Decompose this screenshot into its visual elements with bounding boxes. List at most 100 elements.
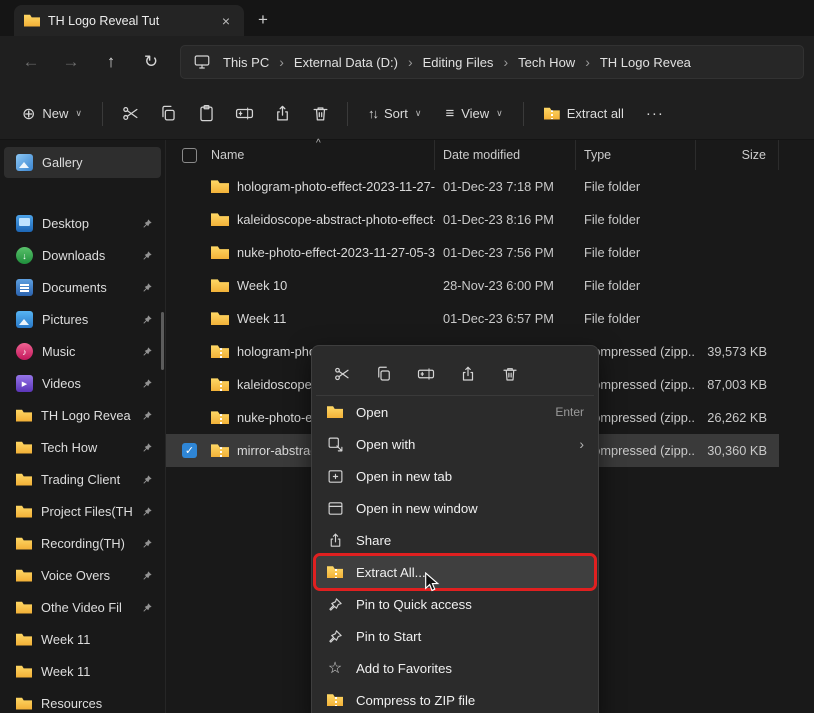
- menu-item-pin-quick-access[interactable]: Pin to Quick access: [316, 588, 594, 620]
- chevron-right-icon[interactable]: ›: [499, 54, 512, 70]
- forward-icon[interactable]: →: [54, 46, 88, 78]
- file-type: File folder: [584, 278, 641, 293]
- table-row[interactable]: kaleidoscope-abstract-photo-effect-2... …: [166, 203, 779, 236]
- column-header-date[interactable]: Date modified: [435, 140, 576, 170]
- table-row[interactable]: Week 11 01-Dec-23 6:57 PM File folder: [166, 302, 779, 335]
- folder-icon: [16, 665, 32, 678]
- breadcrumb[interactable]: This PC › External Data (D:) › Editing F…: [180, 45, 804, 79]
- share-button[interactable]: [450, 357, 486, 391]
- sidebar-item-gallery[interactable]: Gallery: [4, 147, 161, 178]
- rename-button[interactable]: [227, 98, 261, 130]
- mouse-cursor: [425, 572, 440, 592]
- desktop-icon: [16, 215, 33, 232]
- zip-folder-icon: [211, 345, 229, 358]
- sidebar-item-recording[interactable]: Recording(TH): [4, 528, 161, 559]
- more-options-button[interactable]: ···: [638, 98, 672, 130]
- breadcrumb-tech-how[interactable]: Tech How: [512, 51, 581, 74]
- sort-button[interactable]: ↑↓ Sort ∨: [358, 99, 431, 128]
- ellipsis-icon: ···: [645, 105, 664, 122]
- new-tab-button[interactable]: +: [258, 10, 268, 30]
- file-name: Week 10: [237, 278, 288, 293]
- up-icon[interactable]: ↑: [94, 46, 128, 78]
- breadcrumb-this-pc[interactable]: This PC: [217, 51, 275, 74]
- share-button[interactable]: [265, 98, 299, 130]
- sidebar-item-music[interactable]: ♪ Music: [4, 336, 161, 367]
- menu-item-label: Open: [356, 404, 389, 420]
- sidebar-item-label: Gallery: [42, 155, 83, 170]
- sidebar-item-videos[interactable]: ▶ Videos: [4, 368, 161, 399]
- cut-button[interactable]: [324, 357, 360, 391]
- column-header-size[interactable]: Size: [696, 140, 779, 170]
- sidebar-item-pictures[interactable]: Pictures: [4, 304, 161, 335]
- sidebar-item-week-11[interactable]: Week 11: [4, 624, 161, 655]
- row-checkbox-checked[interactable]: ✓: [182, 443, 197, 458]
- menu-item-pin-to-start[interactable]: Pin to Start: [316, 620, 594, 652]
- sidebar-item-tech-how[interactable]: Tech How: [4, 432, 161, 463]
- menu-item-label: Compress to ZIP file: [356, 692, 476, 708]
- copy-button[interactable]: [151, 98, 185, 130]
- breadcrumb-current[interactable]: TH Logo Revea: [594, 51, 697, 74]
- chevron-right-icon[interactable]: ›: [404, 54, 417, 70]
- pictures-icon: [16, 311, 33, 328]
- menu-shortcut: Enter: [555, 405, 584, 419]
- sidebar-item-label: Week 11: [41, 664, 91, 679]
- pin-icon: [143, 219, 152, 228]
- column-header-type[interactable]: Type: [576, 140, 696, 170]
- menu-item-add-favorites[interactable]: ☆ Add to Favorites: [316, 652, 594, 684]
- breadcrumb-editing-files[interactable]: Editing Files: [417, 51, 500, 74]
- sidebar-scrollbar[interactable]: [161, 312, 164, 370]
- sidebar-item-trading-client[interactable]: Trading Client: [4, 464, 161, 495]
- view-button[interactable]: ≡ View ∨: [435, 98, 512, 129]
- plus-circle-icon: ⊕: [22, 105, 36, 123]
- chevron-right-icon[interactable]: ›: [275, 54, 288, 70]
- sidebar-item-label: Resources: [41, 696, 103, 711]
- breadcrumb-drive[interactable]: External Data (D:): [288, 51, 404, 74]
- refresh-icon[interactable]: ↻: [134, 46, 168, 78]
- table-row[interactable]: hologram-photo-effect-2023-11-27-0... 01…: [166, 170, 779, 203]
- cut-button[interactable]: [113, 98, 147, 130]
- sidebar-item-desktop[interactable]: Desktop: [4, 208, 161, 239]
- sidebar-item-downloads[interactable]: ↓ Downloads: [4, 240, 161, 271]
- sidebar-item-week-11-2[interactable]: Week 11: [4, 656, 161, 687]
- table-row[interactable]: Week 10 28-Nov-23 6:00 PM File folder: [166, 269, 779, 302]
- folder-icon: [16, 473, 32, 486]
- select-all-checkbox[interactable]: [182, 147, 197, 163]
- table-row[interactable]: nuke-photo-effect-2023-11-27-05-31-... 0…: [166, 236, 779, 269]
- pin-icon: [143, 251, 152, 260]
- menu-item-open-new-window[interactable]: Open in new window: [316, 492, 594, 524]
- delete-button[interactable]: [492, 357, 528, 391]
- menu-item-label: Pin to Start: [356, 628, 422, 644]
- column-header-name[interactable]: Name ^: [166, 138, 435, 170]
- extract-all-button[interactable]: Extract all: [534, 99, 634, 128]
- copy-button[interactable]: [366, 357, 402, 391]
- explorer-tab[interactable]: TH Logo Reveal Tut ×: [14, 5, 244, 36]
- close-tab-icon[interactable]: ×: [216, 11, 236, 31]
- new-button[interactable]: ⊕ New ∨: [12, 97, 92, 131]
- sidebar-item-resources[interactable]: Resources: [4, 688, 161, 713]
- sidebar-item-th-logo-reveal[interactable]: TH Logo Revea: [4, 400, 161, 431]
- menu-item-compress-zip[interactable]: Compress to ZIP file: [316, 684, 594, 713]
- menu-item-open-new-tab[interactable]: Open in new tab: [316, 460, 594, 492]
- sidebar-item-label: Recording(TH): [41, 536, 125, 551]
- sidebar-item-documents[interactable]: Documents: [4, 272, 161, 303]
- menu-item-share[interactable]: Share: [316, 524, 594, 556]
- file-size: 87,003 KB: [707, 377, 767, 392]
- menu-item-open[interactable]: Open Enter: [316, 396, 594, 428]
- paste-button[interactable]: [189, 98, 223, 130]
- pin-icon: [328, 629, 342, 643]
- menu-item-extract-all[interactable]: Extract All...: [313, 553, 597, 591]
- rename-button[interactable]: [408, 357, 444, 391]
- sidebar-item-voice-overs[interactable]: Voice Overs: [4, 560, 161, 591]
- delete-button[interactable]: [303, 98, 337, 130]
- menu-item-open-with[interactable]: Open with ›: [316, 428, 594, 460]
- pin-icon: [143, 475, 152, 484]
- folder-icon: [16, 633, 32, 646]
- sidebar-item-project-files[interactable]: Project Files(TH: [4, 496, 161, 527]
- folder-icon: [211, 279, 229, 292]
- chevron-down-icon: ∨: [414, 108, 422, 118]
- chevron-right-icon[interactable]: ›: [581, 54, 594, 70]
- pin-icon: [143, 283, 152, 292]
- back-icon[interactable]: ←: [14, 46, 48, 78]
- sidebar-item-other-video-files[interactable]: Othe Video Fil: [4, 592, 161, 623]
- pin-icon: [143, 347, 152, 356]
